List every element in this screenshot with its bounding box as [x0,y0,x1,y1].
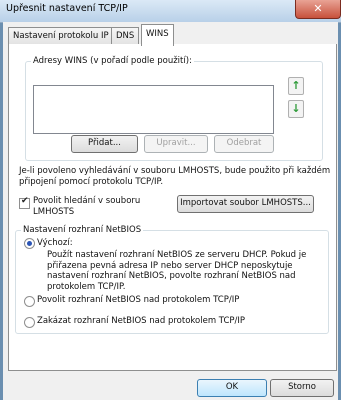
radio-selected-dot [27,241,32,246]
tab-ip-settings[interactable]: Nastavení protokolu IP [8,27,114,44]
close-button[interactable]: ✕ [295,0,341,19]
tab-label: DNS [116,31,135,41]
arrow-up-icon: ↑ [291,79,301,92]
radio-netbios-default[interactable] [24,238,35,249]
radio-netbios-enable[interactable] [24,296,35,307]
add-button-label: Přidat... [88,138,121,148]
netbios-enable-label: Povolit rozhraní NetBIOS nad protokolem … [37,295,240,305]
checkmark-icon: ✔ [21,196,29,206]
tab-dns[interactable]: DNS [111,27,140,44]
move-up-button[interactable]: ↑ [288,77,304,95]
lmhosts-info-line: Je-li povoleno vyhledávání v souboru LMH… [19,166,331,176]
remove-button[interactable]: Odebrat [214,135,274,153]
arrow-down-icon: ↓ [291,102,301,115]
ok-button-label: OK [225,382,239,392]
netbios-desc-line: protokolem TCP/IP. [47,281,126,292]
move-down-button[interactable]: ↓ [288,100,304,118]
import-lmhosts-label: Importovat soubor LMHOSTS... [180,198,311,208]
edit-button-label: Upravit... [156,138,196,148]
window-title: Upřesnit nastavení TCP/IP [6,3,128,14]
netbios-disable-label: Zakázat rozhraní NetBIOS nad protokolem … [37,316,246,326]
tab-label: WINS [146,29,169,39]
cancel-button-label: Storno [288,382,316,392]
netbios-desc-line: Použít nastavení rozhraní NetBIOS ze ser… [47,250,307,260]
netbios-desc-line: přiřazena pevná adresa IP nebo server DH… [47,260,293,271]
lmhosts-checkbox-line: Povolit hledání v souboru [33,196,141,206]
wins-address-list[interactable] [33,85,274,134]
cancel-button[interactable]: Storno [270,379,334,397]
wins-group-label: Adresy WINS (v pořadí podle použití): [31,56,194,66]
tab-label: Nastavení protokolu IP [13,31,109,41]
import-lmhosts-button[interactable]: Importovat soubor LMHOSTS... [177,195,314,213]
close-icon: ✕ [313,2,323,15]
netbios-default-label: Výchozí: [37,238,73,248]
radio-netbios-disable[interactable] [24,317,35,328]
lmhosts-checkbox-label: Povolit hledání v souboru LMHOSTS [33,196,140,217]
remove-button-label: Odebrat [226,138,262,148]
tab-wins[interactable]: WINS [141,24,174,46]
netbios-desc-line: nastavení rozhraní NetBIOS, povolte rozh… [47,271,296,281]
netbios-group-label: Nastavení rozhraní NetBIOS [21,225,144,235]
title-bar: Upřesnit nastavení TCP/IP [0,0,341,23]
edit-button[interactable]: Upravit... [144,135,208,153]
ok-button[interactable]: OK [197,379,267,397]
lmhosts-checkbox-line: LMHOSTS [33,206,75,217]
lmhosts-info: Je-li povoleno vyhledávání v souboru LMH… [19,166,330,187]
add-button[interactable]: Přidat... [71,135,138,153]
lmhosts-info-line: připojení pomocí protokolu TCP/IP. [19,176,164,187]
netbios-default-description: Použít nastavení rozhraní NetBIOS ze ser… [47,250,306,292]
lmhosts-checkbox[interactable]: ✔ [19,196,30,209]
